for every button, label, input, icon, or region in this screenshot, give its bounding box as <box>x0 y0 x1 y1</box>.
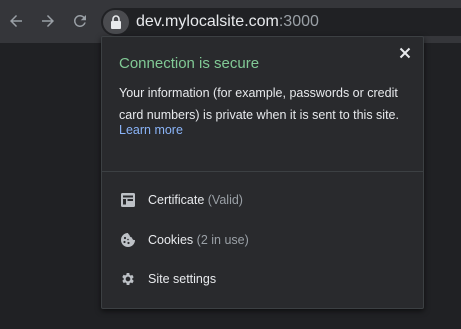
page-info-popup: Connection is secure Your information (f… <box>101 36 424 309</box>
connection-description: Your information (for example, passwords… <box>119 86 399 122</box>
cookies-item[interactable]: Cookies (2 in use) <box>102 220 423 260</box>
certificate-text: Certificate <box>148 193 205 207</box>
gear-icon <box>119 270 137 288</box>
back-button[interactable] <box>4 9 28 33</box>
site-info-button[interactable] <box>103 10 129 34</box>
lock-icon <box>111 15 121 29</box>
url-text[interactable]: dev.mylocalsite.com:3000 <box>136 12 319 32</box>
certificate-item[interactable]: Certificate (Valid) <box>102 180 423 220</box>
url-port: :3000 <box>278 13 319 30</box>
reload-icon <box>73 14 86 27</box>
cookies-count: (2 in use) <box>196 233 249 247</box>
certificate-label: Certificate (Valid) <box>148 193 243 207</box>
cookie-icon <box>119 231 137 249</box>
close-button[interactable] <box>395 43 415 63</box>
forward-button[interactable] <box>36 9 60 33</box>
site-settings-label: Site settings <box>148 272 217 286</box>
certificate-status: (Valid) <box>207 193 243 207</box>
reload-button[interactable] <box>68 9 92 33</box>
cookies-text: Cookies <box>148 233 194 247</box>
url-host: dev.mylocalsite.com <box>136 13 279 30</box>
learn-more-link[interactable]: Learn more <box>119 123 183 137</box>
site-settings-item[interactable]: Site settings <box>102 259 423 299</box>
arrow-left-icon <box>10 15 22 27</box>
cookies-label: Cookies (2 in use) <box>148 233 249 247</box>
divider <box>102 171 423 172</box>
certificate-icon <box>119 191 137 209</box>
close-icon <box>399 47 411 59</box>
browser-window: dev.mylocalsite.com:3000 Connection is s… <box>0 0 461 329</box>
arrow-right-icon <box>42 15 54 27</box>
connection-status-title: Connection is secure <box>119 55 260 72</box>
